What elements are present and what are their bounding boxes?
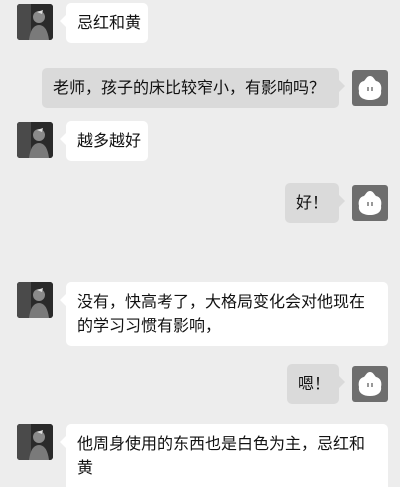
contact-avatar[interactable]: [17, 4, 53, 40]
incoming-message: 没有，快高考了，大格局变化会对他现在的学习习惯有影响，: [60, 282, 388, 346]
incoming-message: 他周身使用的东西也是白色为主，忌红和黄: [60, 424, 388, 487]
outgoing-message: 好！: [285, 183, 345, 223]
outgoing-message: 老师，孩子的床比较窄小，有影响吗？: [42, 68, 345, 108]
my-avatar[interactable]: [352, 366, 388, 402]
cartoon-face-icon: [358, 191, 382, 215]
incoming-message: 忌红和黄: [60, 3, 148, 43]
person-photo-icon: [17, 282, 53, 318]
contact-avatar[interactable]: [17, 282, 53, 318]
incoming-message: 越多越好: [60, 121, 148, 161]
contact-avatar[interactable]: [17, 424, 53, 460]
contact-avatar[interactable]: [17, 122, 53, 158]
my-avatar[interactable]: [352, 70, 388, 106]
cartoon-face-icon: [358, 372, 382, 396]
person-photo-icon: [17, 424, 53, 460]
cartoon-face-icon: [358, 76, 382, 100]
person-photo-icon: [17, 4, 53, 40]
my-avatar[interactable]: [352, 185, 388, 221]
outgoing-message: 嗯！: [287, 364, 345, 404]
person-photo-icon: [17, 122, 53, 158]
